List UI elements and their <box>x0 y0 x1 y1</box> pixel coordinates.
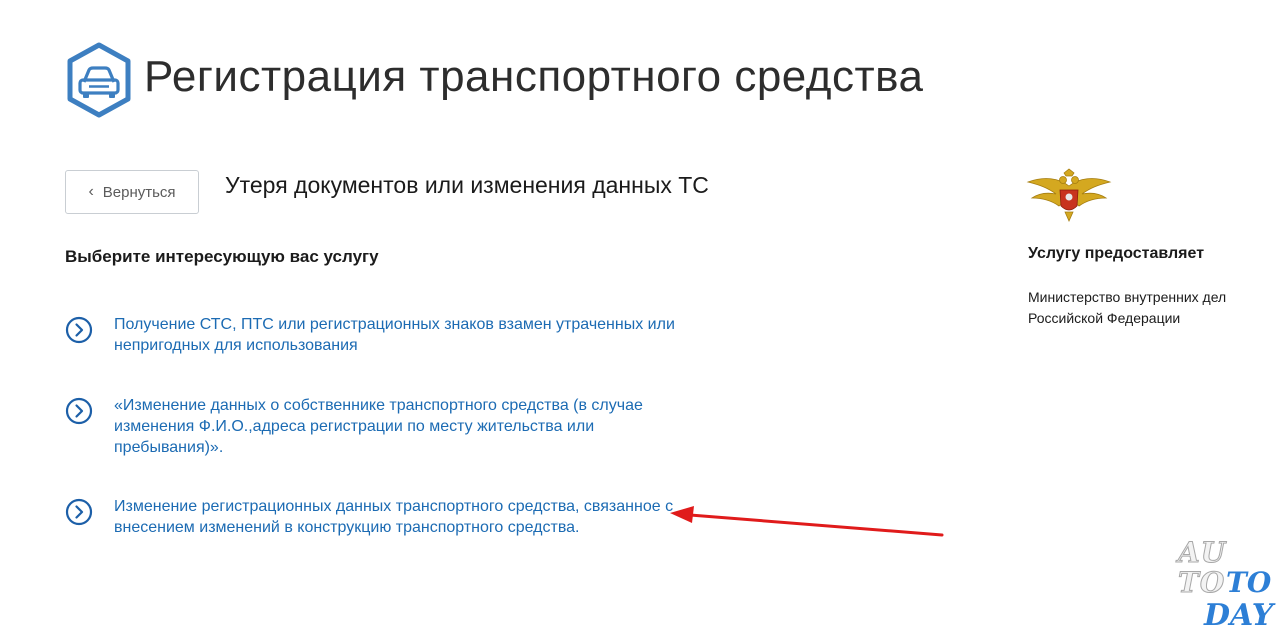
back-button-label: Вернуться <box>102 183 176 201</box>
provider-name: Министерство внутренних дел Российской Ф… <box>1028 289 1227 326</box>
autotoday-watermark-logo: AU TO TO DAY <box>1168 536 1278 634</box>
page-title: Регистрация транспортного средства <box>144 52 924 101</box>
service-link-label[interactable]: Получение СТС, ПТС или регистрационных з… <box>114 314 694 356</box>
service-link-replace-documents[interactable]: Получение СТС, ПТС или регистрационных з… <box>65 314 694 356</box>
back-button[interactable]: ‹ Вернуться <box>65 170 199 214</box>
watermark-text: TO <box>1177 566 1226 600</box>
watermark-text: TO <box>1226 566 1272 599</box>
section-title: Утеря документов или изменения данных ТС <box>225 172 709 198</box>
services-heading: Выберите интересующую вас услугу <box>65 247 379 266</box>
service-link-label[interactable]: «Изменение данных о собственнике транспо… <box>114 395 694 458</box>
watermark-text: DAY <box>1204 598 1274 633</box>
service-link-construction-change[interactable]: Изменение регистрационных данных транспо… <box>65 496 694 538</box>
chevron-circle-right-icon <box>65 316 93 344</box>
chevron-circle-right-icon <box>65 498 93 526</box>
watermark-text: AU <box>1177 536 1227 570</box>
service-link-label[interactable]: Изменение регистрационных данных транспо… <box>114 496 694 538</box>
provider-label: Услугу предоставляет <box>1028 245 1205 262</box>
service-link-owner-data-change[interactable]: «Изменение данных о собственнике транспо… <box>65 395 694 458</box>
eagle-emblem-icon <box>1026 168 1112 224</box>
car-service-icon <box>65 42 133 118</box>
red-arrow-annotation <box>670 506 944 537</box>
chevron-circle-right-icon <box>65 397 93 425</box>
chevron-left-icon: ‹ <box>88 183 94 200</box>
